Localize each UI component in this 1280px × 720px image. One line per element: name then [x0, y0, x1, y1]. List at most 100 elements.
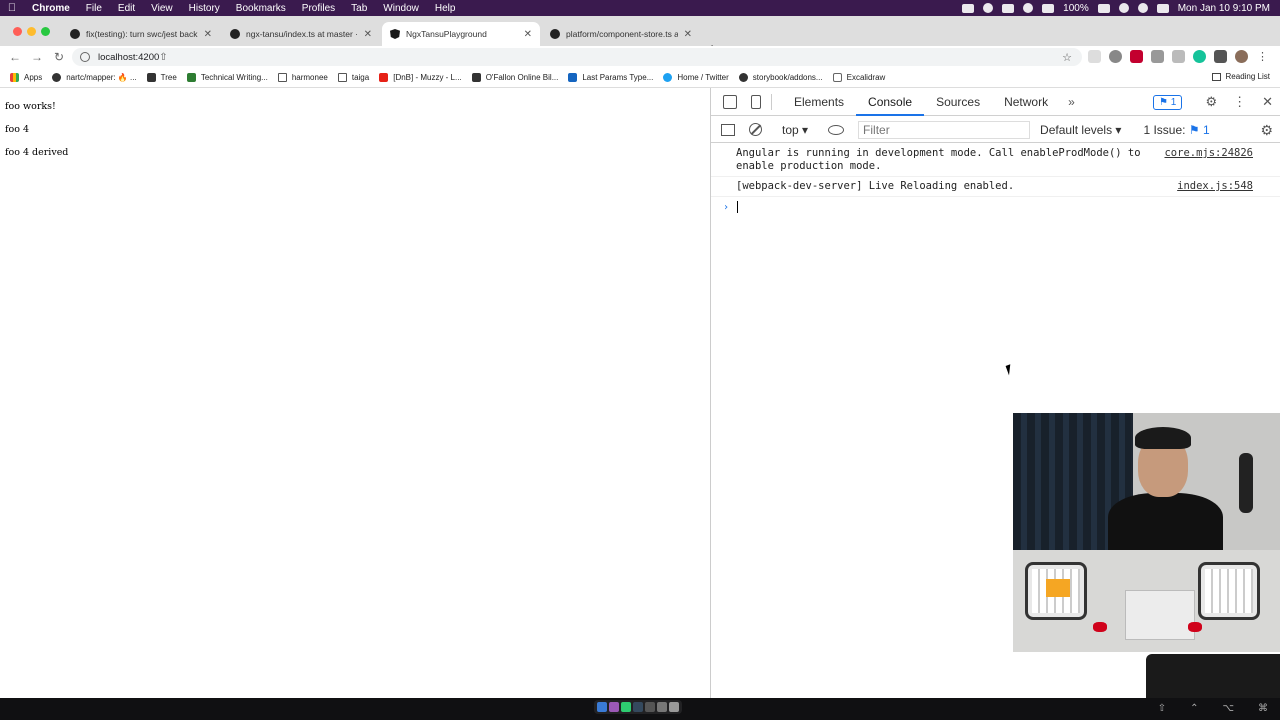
settings-gear-icon[interactable]: ⚙ [1205, 94, 1217, 110]
bookmark-item[interactable]: Technical Writing... [186, 73, 268, 82]
device-toolbar-icon[interactable] [751, 94, 761, 109]
menu-view[interactable]: View [143, 3, 181, 14]
bookmark-item[interactable]: Last Params Type... [568, 73, 653, 82]
minimize-window-button[interactable] [27, 27, 36, 36]
puzzle-icon[interactable] [1214, 50, 1227, 63]
bookmark-item[interactable]: [DnB] - Muzzy - L... [379, 73, 462, 82]
share-icon[interactable]: ⇧ [159, 52, 167, 63]
address-bar[interactable]: localhost:4200 ⇧ ☆ [72, 48, 1082, 66]
bookmark-folder[interactable]: taiga [337, 73, 369, 82]
extension-icon[interactable] [1109, 50, 1122, 63]
clear-console-icon[interactable] [749, 123, 762, 136]
menu-edit[interactable]: Edit [110, 3, 143, 14]
back-button[interactable]: ← [4, 50, 26, 64]
tab-console[interactable]: Console [856, 88, 925, 116]
battery-icon[interactable] [1097, 3, 1110, 13]
status-icon[interactable] [962, 3, 975, 13]
url-text[interactable]: localhost:4200 [98, 52, 159, 63]
bookmark-apps[interactable]: Apps [10, 73, 42, 82]
console-settings-gear-icon[interactable]: ⚙ [1260, 122, 1273, 139]
search-icon[interactable] [1137, 3, 1148, 13]
page-text-line: foo 4 [5, 124, 30, 135]
tab-github-index[interactable]: ngx-tansu/index.ts at master · ✕ [222, 22, 380, 46]
bookmark-label: Apps [24, 73, 43, 82]
tab-ngx-tansu-playground[interactable]: NgxTansuPlayground ✕ [382, 22, 540, 46]
tab-network[interactable]: Network [992, 88, 1060, 116]
red-accent [1093, 622, 1107, 632]
wifi-icon[interactable] [1118, 3, 1129, 13]
menu-help[interactable]: Help [427, 3, 464, 14]
control-center-icon[interactable] [1156, 3, 1169, 13]
live-expression-eye-icon[interactable] [828, 124, 845, 135]
bookmark-item[interactable]: Home / Twitter [663, 73, 729, 82]
menu-profiles[interactable]: Profiles [294, 3, 343, 14]
app-icon[interactable] [633, 702, 643, 712]
more-tabs-icon[interactable]: » [1060, 95, 1083, 109]
console-source-link[interactable]: index.js:548 [1177, 180, 1253, 193]
grammarly-icon[interactable] [1193, 50, 1206, 63]
status-icon[interactable] [983, 3, 994, 13]
page-viewport: foo works! foo 4 foo 4 derived [0, 88, 710, 698]
menu-bookmarks[interactable]: Bookmarks [228, 3, 294, 14]
site-info-icon[interactable] [80, 52, 90, 62]
cloud-icon[interactable] [1023, 3, 1034, 13]
extension-icon[interactable] [1151, 50, 1164, 63]
reload-button[interactable]: ↻ [48, 50, 70, 64]
forward-button[interactable]: → [26, 50, 48, 64]
menu-dots-icon[interactable]: ⋮ [1256, 50, 1269, 63]
status-icon[interactable] [1002, 3, 1015, 13]
app-icon[interactable] [657, 702, 667, 712]
close-tab-icon[interactable]: ✕ [684, 29, 692, 40]
extension-icon[interactable] [1088, 50, 1101, 63]
console-toolbar: top ▾ Default levels ▾ 1 Issue: ⚑ 1 ⚙ [711, 117, 1280, 143]
angular-devtools-icon[interactable] [1130, 50, 1143, 63]
app-icon[interactable] [645, 702, 655, 712]
trash-icon[interactable] [669, 702, 679, 712]
context-selector[interactable]: top ▾ [782, 123, 808, 137]
tab-github-fix[interactable]: fix(testing): turn swc/jest back ✕ [62, 22, 220, 46]
tab-elements[interactable]: Elements [782, 88, 856, 116]
bookmark-folder[interactable]: harmonee [277, 73, 328, 82]
bookmark-item[interactable]: O'Fallon Online Bil... [471, 73, 558, 82]
issues-badge-count: 1 [1170, 97, 1177, 108]
app-icon[interactable] [621, 702, 631, 712]
close-window-button[interactable] [13, 27, 22, 36]
bookmark-item[interactable]: Excalidraw [832, 73, 885, 82]
menu-file[interactable]: File [78, 3, 110, 14]
webcam-desk-view [1013, 550, 1280, 652]
inspect-element-icon[interactable] [723, 94, 737, 109]
menu-history[interactable]: History [181, 3, 228, 14]
menu-tab[interactable]: Tab [343, 3, 375, 14]
apple-icon[interactable]:  [0, 2, 24, 14]
extension-icon[interactable] [1172, 50, 1185, 63]
close-icon[interactable]: ✕ [1262, 94, 1273, 110]
menu-window[interactable]: Window [375, 3, 427, 14]
close-tab-icon[interactable]: ✕ [204, 29, 212, 40]
menu-app-name[interactable]: Chrome [24, 3, 78, 14]
reading-list-button[interactable]: Reading List [1211, 72, 1270, 81]
bookmark-item[interactable]: Tree [146, 73, 177, 82]
issues-counter[interactable]: 1 Issue: ⚑ 1 [1143, 123, 1209, 137]
close-tab-icon[interactable]: ✕ [364, 29, 372, 40]
bookmark-star-icon[interactable]: ☆ [1062, 51, 1072, 64]
bookmark-item[interactable]: storybook/addons... [738, 73, 823, 82]
filter-input[interactable] [858, 120, 1031, 139]
console-prompt[interactable]: › [711, 197, 1280, 213]
menu-clock[interactable]: Mon Jan 10 9:10 PM [1178, 3, 1270, 14]
tab-sources[interactable]: Sources [924, 88, 992, 116]
zoom-window-button[interactable] [41, 27, 50, 36]
more-options-icon[interactable]: ⋮ [1233, 94, 1246, 110]
app-icon[interactable] [609, 702, 619, 712]
page-text-line: foo 4 derived [5, 147, 69, 158]
console-source-link[interactable]: core.mjs:24826 [1164, 147, 1253, 160]
folder-icon [277, 73, 287, 82]
avatar[interactable] [1235, 50, 1248, 63]
close-tab-icon[interactable]: ✕ [524, 29, 532, 40]
finder-icon[interactable] [597, 702, 607, 712]
bookmark-item[interactable]: nartc/mapper: 🔥 ... [52, 73, 137, 82]
keyboard-icon[interactable] [1042, 3, 1055, 13]
issues-badge[interactable]: ⚑ 1 [1153, 95, 1183, 110]
tab-github-component-store[interactable]: platform/component-store.ts a ✕ [542, 22, 700, 46]
sidebar-toggle-icon[interactable] [721, 123, 735, 136]
log-levels-dropdown[interactable]: Default levels ▾ [1040, 123, 1121, 137]
